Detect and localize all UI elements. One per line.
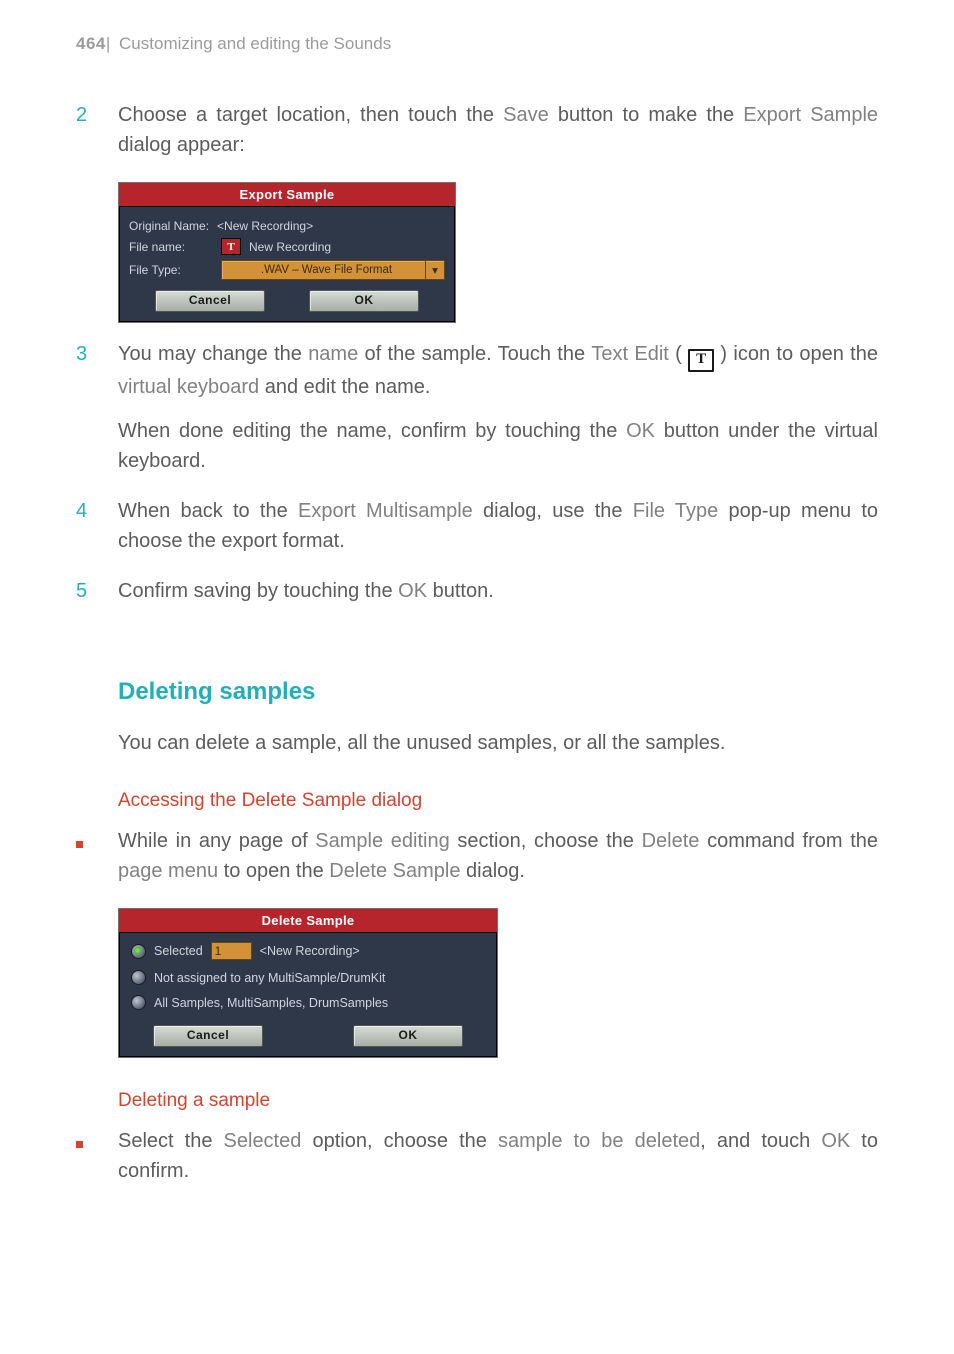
term-sample-editing: Sample editing (315, 830, 449, 852)
radio-icon[interactable] (131, 995, 146, 1010)
section-intro: You can delete a sample, all the unused … (118, 728, 878, 758)
step-number: 4 (76, 496, 118, 526)
square-bullet-icon (76, 841, 83, 848)
term-delete: Delete (642, 830, 700, 852)
bullet-item: While in any page of Sample editing sect… (76, 826, 878, 900)
filetype-dropdown[interactable]: .WAV – Wave File Format ▾ (221, 260, 445, 280)
option-label: Selected (154, 944, 203, 958)
ok-button[interactable]: OK (309, 290, 419, 312)
option-label: All Samples, MultiSamples, DrumSamples (154, 996, 388, 1010)
page-header: 464| Customizing and editing the Sounds (76, 34, 878, 54)
bullet-body: Select the Selected option, choose the s… (118, 1126, 878, 1200)
term-export-multisample: Export Multisample (298, 500, 473, 522)
term-file-type: File Type (633, 500, 718, 522)
delete-sample-dialog: Delete Sample Selected 1 <New Recording>… (118, 908, 498, 1058)
square-bullet-icon (76, 1141, 83, 1148)
page-number: 464 (76, 34, 106, 53)
selected-index-field[interactable]: 1 (211, 942, 252, 960)
radio-icon[interactable] (131, 970, 146, 985)
cancel-button[interactable]: Cancel (153, 1025, 263, 1047)
bullet-marker (76, 826, 118, 853)
step-5: 5 Confirm saving by touching the OK butt… (76, 576, 878, 620)
chapter-title: Customizing and editing the Sounds (119, 34, 391, 53)
step-body: You may change the name of the sample. T… (118, 339, 878, 490)
section-heading: Deleting samples (118, 678, 878, 706)
step-number: 2 (76, 100, 118, 130)
filetype-value: .WAV – Wave File Format (228, 264, 425, 276)
step-number: 3 (76, 339, 118, 369)
option-label: Not assigned to any MultiSample/DrumKit (154, 971, 385, 985)
bullet-body: While in any page of Sample editing sect… (118, 826, 878, 900)
filename-row: File name: T New Recording (129, 238, 445, 255)
step-body: Confirm saving by touching the OK button… (118, 576, 878, 620)
original-name-value: <New Recording> (217, 219, 313, 233)
term-page-menu: page menu (118, 860, 218, 882)
chevron-down-icon: ▾ (425, 261, 444, 279)
term-sample-to-be-deleted: sample to be deleted (498, 1130, 700, 1152)
option-selected[interactable]: Selected 1 <New Recording> (119, 937, 497, 965)
step-2: 2 Choose a target location, then touch t… (76, 100, 878, 174)
text-edit-icon[interactable]: T (221, 238, 241, 255)
bullet-marker (76, 1126, 118, 1153)
term-text-edit: Text Edit (591, 343, 668, 365)
radio-icon[interactable] (131, 944, 146, 959)
dialog-title: Export Sample (119, 183, 455, 207)
ok-button[interactable]: OK (353, 1025, 463, 1047)
term-ok: OK (821, 1130, 850, 1152)
dialog-title: Delete Sample (119, 909, 497, 933)
export-sample-dialog: Export Sample Original Name: <New Record… (118, 182, 456, 323)
term-delete-sample: Delete Sample (329, 860, 460, 882)
original-name-row: Original Name: <New Recording> (129, 219, 445, 233)
cancel-button[interactable]: Cancel (155, 290, 265, 312)
term-ok: OK (398, 580, 427, 602)
step-body: Choose a target location, then touch the… (118, 100, 878, 174)
term-name: name (308, 343, 358, 365)
filename-value: New Recording (249, 240, 331, 254)
step-number: 5 (76, 576, 118, 606)
term-save: Save (503, 104, 549, 126)
step-4: 4 When back to the Export Multisample di… (76, 496, 878, 570)
bullet-item: Select the Selected option, choose the s… (76, 1126, 878, 1200)
subsection-heading: Accessing the Delete Sample dialog (118, 790, 878, 812)
text-edit-icon: T (688, 349, 714, 372)
term-export-sample: Export Sample (743, 104, 878, 126)
filename-label: File name: (129, 240, 213, 254)
term-ok: OK (626, 420, 655, 442)
filetype-row: File Type: .WAV – Wave File Format ▾ (129, 260, 445, 280)
term-virtual-keyboard: virtual keyboard (118, 376, 259, 398)
step-3: 3 You may change the name of the sample.… (76, 339, 878, 490)
option-all-samples[interactable]: All Samples, MultiSamples, DrumSamples (119, 990, 497, 1015)
option-not-assigned[interactable]: Not assigned to any MultiSample/DrumKit (119, 965, 497, 990)
selected-name: <New Recording> (260, 944, 360, 958)
document-page: 464| Customizing and editing the Sounds … (0, 0, 954, 1354)
term-selected: Selected (224, 1130, 302, 1152)
step-body: When back to the Export Multisample dial… (118, 496, 878, 570)
filetype-label: File Type: (129, 263, 213, 277)
original-name-label: Original Name: (129, 219, 209, 233)
subsection-heading: Deleting a sample (118, 1090, 878, 1112)
